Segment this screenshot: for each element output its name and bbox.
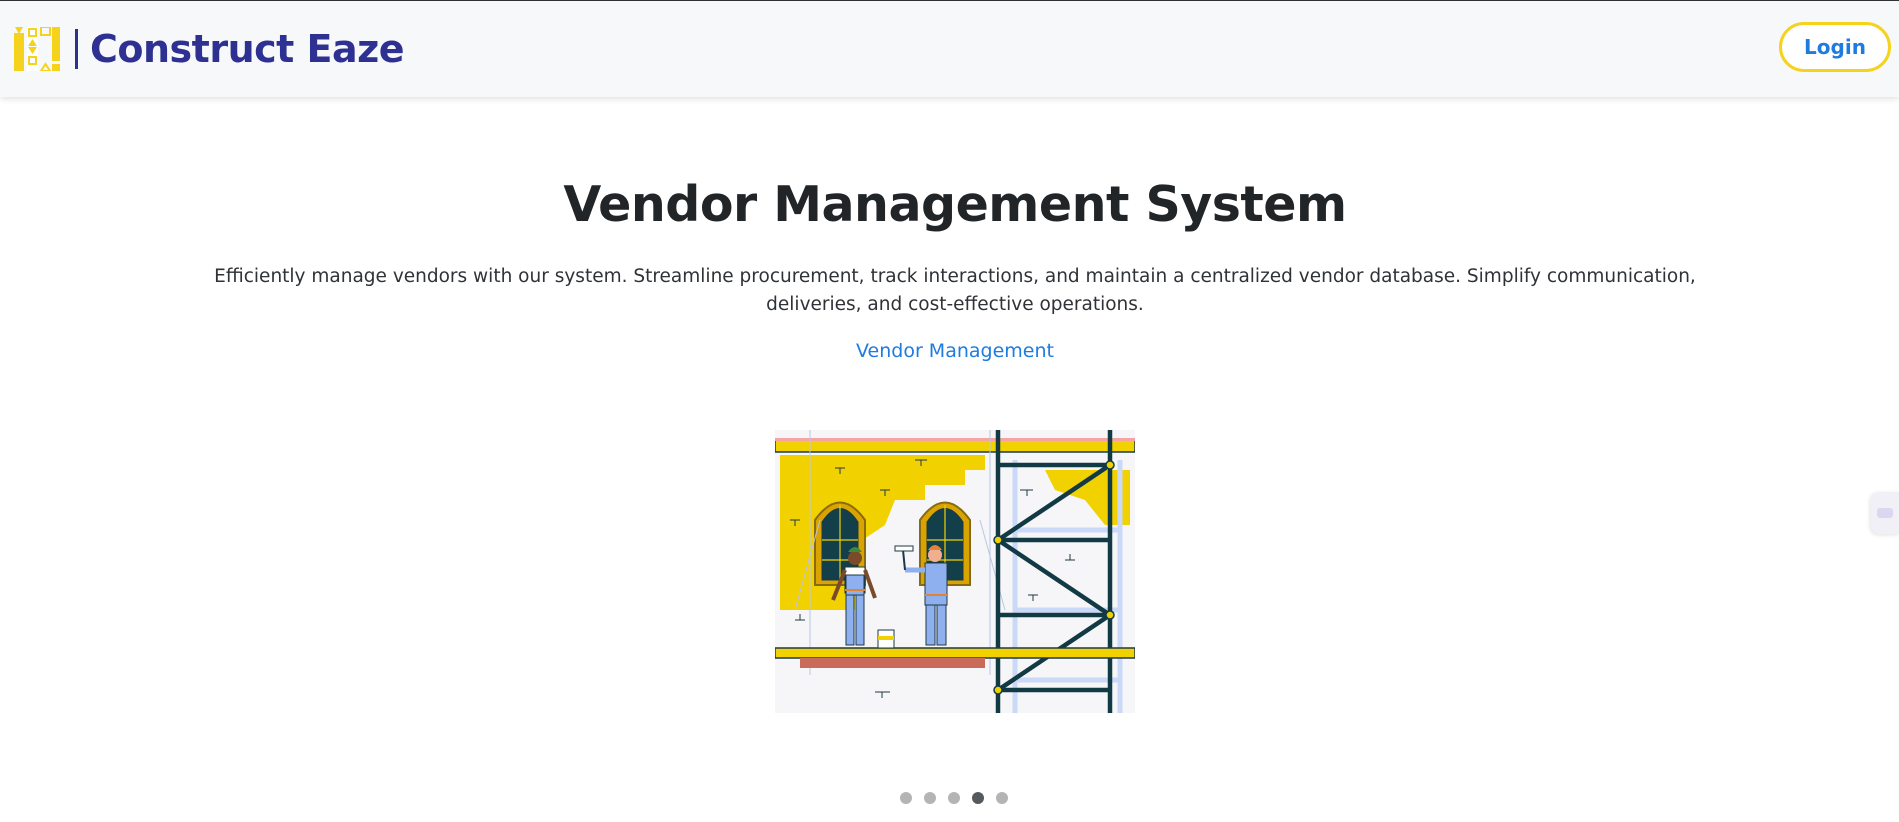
vendor-management-link-wrap: Vendor Management — [0, 340, 1899, 362]
carousel-dot[interactable] — [996, 792, 1008, 804]
brand-divider — [75, 29, 78, 69]
login-button[interactable]: Login — [1779, 22, 1891, 72]
page-title: Vendor Management System — [563, 176, 1347, 233]
brand-name: Construct Eaze — [90, 27, 405, 71]
workers-painting-building-illustration — [775, 430, 1135, 713]
carousel-dot[interactable] — [972, 792, 984, 804]
carousel-dot[interactable] — [924, 792, 936, 804]
navbar: Construct Eaze Login — [0, 1, 1899, 97]
carousel-dot[interactable] — [948, 792, 960, 804]
widget-tab-icon[interactable] — [1871, 492, 1899, 534]
hero-description: Efficiently manage vendors with our syst… — [214, 266, 1696, 315]
carousel-dot[interactable] — [900, 792, 912, 804]
carousel-indicators — [900, 792, 1008, 804]
vendor-management-link[interactable]: Vendor Management — [856, 340, 1054, 362]
widget-tab-glyph — [1877, 508, 1893, 518]
brand[interactable]: Construct Eaze — [14, 27, 405, 71]
construct-eaze-logo-icon — [14, 27, 60, 71]
